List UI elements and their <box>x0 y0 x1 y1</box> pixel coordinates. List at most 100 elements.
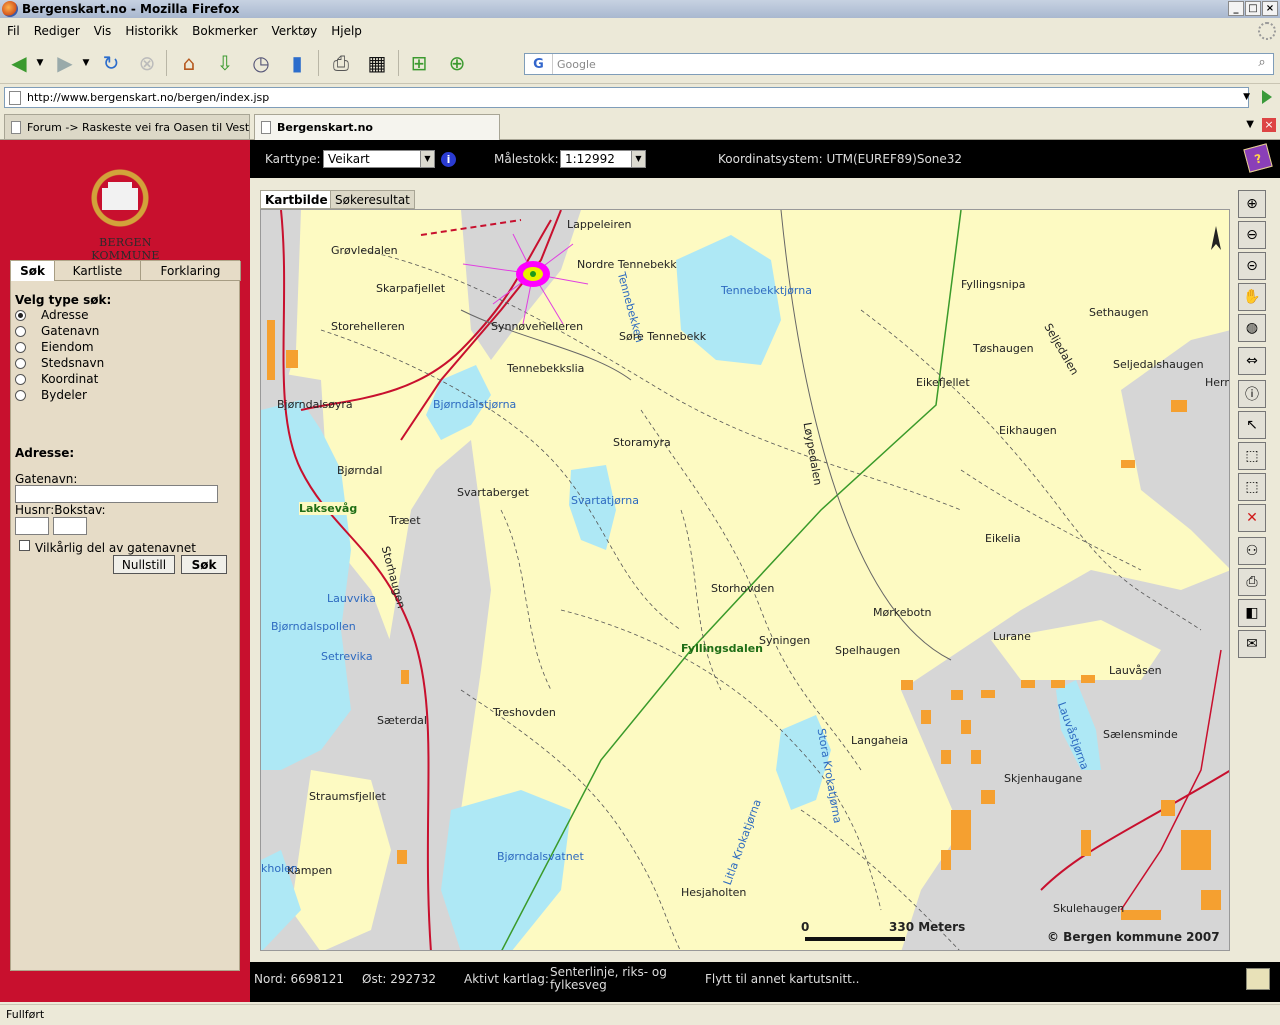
close-window-button[interactable]: × <box>1262 1 1278 16</box>
info-icon[interactable]: i <box>441 152 456 167</box>
street-input[interactable] <box>15 485 218 503</box>
bookmark-icon[interactable]: ▮ <box>284 50 310 76</box>
newtab-icon[interactable]: ⊞ <box>406 50 432 76</box>
map-status-bar: Nord: 6698121 Øst: 292732 Aktivt kartlag… <box>250 962 1280 1002</box>
minimize-button[interactable]: _ <box>1228 1 1244 16</box>
map-label: Lauvåsen <box>1109 664 1162 677</box>
map-label: Svartatjørna <box>571 494 639 507</box>
tab-kartbilde[interactable]: Kartbilde <box>260 190 333 209</box>
help-book-icon[interactable]: ? <box>1243 143 1273 173</box>
tab-sok[interactable]: Søk <box>11 261 55 281</box>
forward-icon[interactable]: ▶ <box>52 50 78 76</box>
map-area: Kartbilde Søkeresultat Lappeleiren Grøvl… <box>250 178 1280 962</box>
radio-button[interactable] <box>15 341 26 353</box>
radio-eiendom[interactable]: Eiendom <box>15 339 94 355</box>
tab-forum[interactable]: Forum -> Raskeste vei fra Oasen til Vest… <box>4 114 250 139</box>
street-label: Gatenavn: <box>15 472 78 486</box>
stop-icon[interactable]: ⊗ <box>134 50 160 76</box>
forward-dropdown-icon[interactable]: ▼ <box>80 50 92 76</box>
radio-button[interactable] <box>15 325 26 337</box>
coordinate-system: Koordinatsystem: UTM(EUREF89)Sone32 <box>718 152 963 166</box>
zoom-in-icon[interactable]: ⊕ <box>1238 190 1266 218</box>
tab-list-icon[interactable]: ▼ <box>1246 119 1254 130</box>
pan-hand-icon[interactable]: ✋ <box>1238 283 1266 311</box>
scale-select[interactable]: 1:12992 ▼ <box>560 150 646 168</box>
screen-icon[interactable]: ▦ <box>364 50 390 76</box>
radio-koordinat[interactable]: Koordinat <box>15 371 98 387</box>
menu-hjelp[interactable]: Hjelp <box>324 24 369 38</box>
radio-button[interactable] <box>15 357 26 369</box>
maptype-select[interactable]: Veikart ▼ <box>323 150 435 168</box>
chevron-down-icon[interactable]: ▼ <box>420 151 434 167</box>
menu-historikk[interactable]: Historikk <box>118 24 185 38</box>
radio-button[interactable] <box>15 373 26 385</box>
map-label: Straumsfjellet <box>309 790 386 803</box>
zoom-out-icon[interactable]: ⊖ <box>1238 221 1266 249</box>
radio-button[interactable] <box>15 389 26 401</box>
tab-forklaring[interactable]: Forklaring <box>141 261 241 281</box>
binoculars-icon[interactable]: ⚇ <box>1238 537 1266 565</box>
menu-bokmerker[interactable]: Bokmerker <box>185 24 264 38</box>
clear-selection-icon[interactable]: ✕ <box>1238 504 1266 532</box>
home-icon[interactable]: ⌂ <box>176 50 202 76</box>
letter-input[interactable] <box>53 517 87 535</box>
print-icon[interactable]: ⎙ <box>1238 568 1266 596</box>
chevron-down-icon[interactable]: ▼ <box>631 151 645 167</box>
menu-fil[interactable]: Fil <box>0 24 27 38</box>
addtab-icon[interactable]: ⊕ <box>444 50 470 76</box>
map-label: Laksevåg <box>299 502 358 515</box>
house-number-input[interactable] <box>15 517 49 535</box>
download-icon[interactable]: ⇩ <box>212 50 238 76</box>
reset-button[interactable]: Nullstill <box>113 555 175 574</box>
history-icon[interactable]: ◷ <box>248 50 274 76</box>
reload-icon[interactable]: ↻ <box>98 50 124 76</box>
bergen-coat-of-arms-icon <box>88 166 152 230</box>
map-label: Lauvvika <box>327 592 376 605</box>
feedback-mail-icon[interactable] <box>1246 968 1270 990</box>
radio-bydeler[interactable]: Bydeler <box>15 387 87 403</box>
search-input[interactable]: Google <box>553 58 596 71</box>
radio-adresse[interactable]: Adresse <box>15 307 89 323</box>
identify-info-icon[interactable]: ⓘ <box>1238 380 1266 408</box>
email-icon[interactable]: ✉ <box>1238 630 1266 658</box>
menu-rediger[interactable]: Rediger <box>27 24 87 38</box>
scale-label: Målestokk: <box>494 152 559 166</box>
select-polygon-icon[interactable]: ⬚ <box>1238 473 1266 501</box>
close-tab-icon[interactable]: × <box>1262 118 1276 132</box>
map-label: Fyllingsnipa <box>961 278 1026 291</box>
back-icon[interactable]: ◀ <box>6 50 32 76</box>
url-dropdown-icon[interactable]: ▼ <box>1243 92 1250 102</box>
map-toolbar: Karttype: Veikart ▼ i Målestokk: 1:12992 ▼… <box>250 140 1280 178</box>
map-label: Bjørndalspollen <box>271 620 356 633</box>
url-bar-row: http://www.bergenskart.no/bergen/index.j… <box>0 84 1280 110</box>
overview-map-icon[interactable]: ◧ <box>1238 599 1266 627</box>
select-point-icon[interactable]: ↖ <box>1238 411 1266 439</box>
radio-stedsnavn[interactable]: Stedsnavn <box>15 355 104 371</box>
zoom-previous-icon[interactable]: ⊝ <box>1238 252 1266 280</box>
maximize-button[interactable]: □ <box>1245 1 1261 16</box>
tab-sokeresultat[interactable]: Søkeresultat <box>330 190 415 209</box>
select-rectangle-icon[interactable]: ⬚ <box>1238 442 1266 470</box>
map-label: Grøvledalen <box>331 244 398 257</box>
go-icon[interactable] <box>1262 90 1272 104</box>
search-button[interactable]: Søk <box>181 555 227 574</box>
menu-verktoy[interactable]: Verktøy <box>265 24 325 38</box>
map-canvas[interactable]: Lappeleiren Grøvledalen Nordre Tennebekk… <box>260 209 1230 951</box>
tab-bergenskart[interactable]: Bergenskart.no <box>254 114 500 140</box>
back-dropdown-icon[interactable]: ▼ <box>34 50 46 76</box>
tab-kartliste[interactable]: Kartliste <box>55 261 141 281</box>
measure-icon[interactable]: ⇔ <box>1238 347 1266 375</box>
full-extent-globe-icon[interactable]: ◍ <box>1238 314 1266 342</box>
menu-vis[interactable]: Vis <box>87 24 119 38</box>
partial-street-checkbox[interactable] <box>19 540 30 551</box>
search-icon[interactable]: ⌕ <box>1253 55 1271 73</box>
map-label: Tennebekkslia <box>507 362 585 375</box>
url-field[interactable]: http://www.bergenskart.no/bergen/index.j… <box>4 87 1249 108</box>
radio-button[interactable] <box>15 309 26 321</box>
map-label: Lappeleiren <box>567 218 632 231</box>
url-text[interactable]: http://www.bergenskart.no/bergen/index.j… <box>27 91 269 104</box>
google-engine-icon[interactable]: G <box>525 54 553 74</box>
print-icon[interactable]: ⎙ <box>328 50 354 76</box>
radio-gatenavn[interactable]: Gatenavn <box>15 323 99 339</box>
search-bar[interactable]: G Google ⌕ <box>524 53 1274 75</box>
